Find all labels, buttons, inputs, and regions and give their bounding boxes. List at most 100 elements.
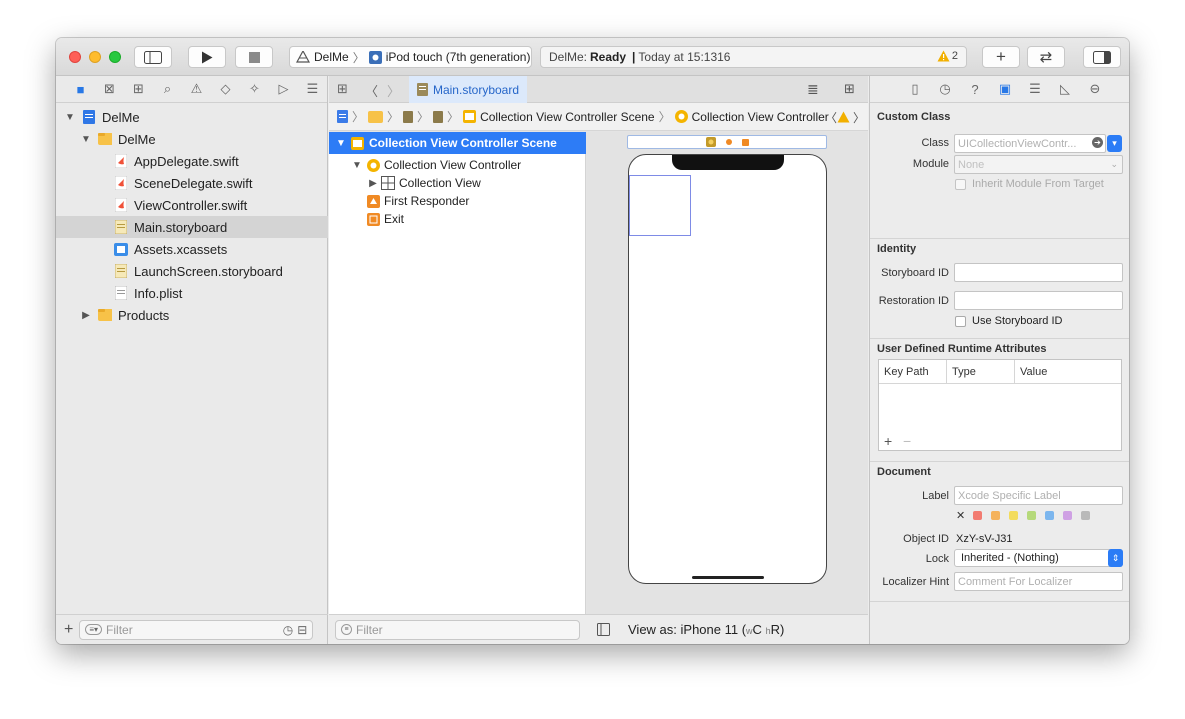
library-button[interactable]: + xyxy=(982,46,1020,68)
back-arrow-icon[interactable]: 〈 xyxy=(365,81,378,100)
jump-controller-item[interactable]: Collection View Controller xyxy=(692,110,829,124)
hierarchy-icon[interactable]: ⊞ xyxy=(124,81,153,97)
disclosure-open-icon[interactable]: ▼ xyxy=(335,138,347,149)
udra-col-type[interactable]: Type xyxy=(947,360,1015,383)
run-button[interactable] xyxy=(188,46,226,68)
localizer-hint-field[interactable]: Comment For Localizer xyxy=(954,572,1123,591)
add-attribute-icon[interactable]: + xyxy=(884,433,892,449)
zoom-window-button[interactable] xyxy=(109,51,121,63)
warning-icon[interactable] xyxy=(837,111,850,123)
close-window-button[interactable] xyxy=(69,51,81,63)
folder-icon[interactable]: ■ xyxy=(66,82,95,97)
udra-table[interactable]: Key Path Type Value + − xyxy=(878,359,1122,451)
udra-col-value[interactable]: Value xyxy=(1015,360,1121,383)
outline-first-responder-row[interactable]: First Responder xyxy=(329,192,586,210)
report-icon[interactable]: ☰ xyxy=(298,81,327,97)
disclosure-closed-icon[interactable]: ▶ xyxy=(80,310,92,321)
stop-button[interactable] xyxy=(235,46,273,68)
module-field[interactable]: None ⌄ xyxy=(954,155,1123,174)
class-field[interactable]: UICollectionViewContr... xyxy=(954,134,1106,153)
file-tree-row[interactable]: AppDelegate.swift xyxy=(56,150,328,172)
file-tree-row[interactable]: Info.plist xyxy=(56,282,328,304)
file-tree-row[interactable]: ▼ DelMe xyxy=(56,128,328,150)
source-control-filter-icon[interactable]: ⊟ xyxy=(297,623,307,637)
collection-view-cell[interactable] xyxy=(629,175,691,236)
exit-dock-icon[interactable] xyxy=(741,138,749,146)
udra-col-key-path[interactable]: Key Path xyxy=(879,360,947,383)
search-icon[interactable]: ⌕ xyxy=(153,81,182,97)
file-tree-row[interactable]: Assets.xcassets xyxy=(56,238,328,260)
chevron-left-icon[interactable]: 〈 xyxy=(825,109,837,126)
inherit-module-checkbox[interactable] xyxy=(955,179,966,190)
file-tree-row[interactable]: ▶ Products xyxy=(56,304,328,326)
file-tree-row[interactable]: ViewController.swift xyxy=(56,194,328,216)
outline-exit-row[interactable]: Exit xyxy=(329,210,586,228)
label-color-swatch[interactable] xyxy=(1045,511,1054,520)
scheme-selector[interactable]: DelMe 〉 iPod touch (7th generation) xyxy=(289,46,532,68)
add-editor-icon[interactable]: ⊞ xyxy=(844,81,855,97)
label-color-swatch[interactable] xyxy=(1081,511,1090,520)
use-storyboard-id-checkbox[interactable] xyxy=(955,316,966,327)
code-review-button[interactable]: ⇄ xyxy=(1027,46,1065,68)
navigator-filter-field[interactable]: ≡▾ Filter ◷ ⊟ xyxy=(79,619,314,640)
outline-filter-field[interactable]: ≡ Filter xyxy=(335,619,580,640)
label-color-swatch[interactable] xyxy=(973,511,982,520)
size-inspector-icon[interactable]: ◺ xyxy=(1050,81,1080,97)
jump-scene-item[interactable]: Collection View Controller Scene xyxy=(480,110,655,124)
add-file-icon[interactable]: + xyxy=(64,621,73,639)
lines-options-icon[interactable]: ≣ xyxy=(807,81,819,98)
storyboard-id-field[interactable] xyxy=(954,263,1123,282)
toggle-inspector-button[interactable] xyxy=(1083,46,1121,68)
attributes-inspector-icon[interactable]: ☰ xyxy=(1020,81,1050,97)
test-diamond-icon[interactable]: ◇ xyxy=(211,81,240,97)
outline-scene-row[interactable]: ▼ Collection View Controller Scene xyxy=(329,132,586,154)
remove-attribute-icon[interactable]: − xyxy=(903,433,911,449)
toggle-outline-icon[interactable] xyxy=(597,623,610,636)
source-control-icon[interactable]: ⊠ xyxy=(95,81,124,97)
lock-stepper-button[interactable]: ⇕ xyxy=(1108,549,1123,567)
connections-inspector-icon[interactable]: ⊖ xyxy=(1080,81,1110,97)
outline-collection-view-row[interactable]: ▶ Collection View xyxy=(329,174,586,192)
lock-popup[interactable]: Inherited - (Nothing) ⇕ xyxy=(954,549,1123,567)
identity-inspector-icon[interactable]: ▣ xyxy=(990,81,1020,97)
debug-spray-icon[interactable]: ✧ xyxy=(240,81,269,97)
disclosure-open-icon[interactable]: ▼ xyxy=(64,112,76,123)
quick-help-icon[interactable]: ? xyxy=(960,82,990,97)
first-responder-dock-icon[interactable] xyxy=(725,139,732,145)
view-as-device-button[interactable]: View as: iPhone 11 (wC hR) xyxy=(628,622,784,637)
grid-icon[interactable]: ⊞ xyxy=(337,81,348,97)
label-color-swatch[interactable] xyxy=(1009,511,1018,520)
label-color-swatch[interactable] xyxy=(1027,511,1036,520)
file-tree-row[interactable]: SceneDelegate.swift xyxy=(56,172,328,194)
warning-indicator[interactable]: 2 xyxy=(937,50,958,62)
file-tree-row[interactable]: ▼ DelMe xyxy=(56,106,328,128)
label-color-swatch[interactable] xyxy=(991,511,1000,520)
iphone-device-frame[interactable] xyxy=(628,154,827,584)
recent-files-icon[interactable]: ◷ xyxy=(283,623,293,637)
minimize-window-button[interactable] xyxy=(89,51,101,63)
go-to-class-icon[interactable]: ➔ xyxy=(1092,137,1103,148)
history-inspector-icon[interactable]: ◷ xyxy=(930,81,960,97)
disclosure-open-icon[interactable]: ▼ xyxy=(351,160,363,171)
breakpoint-icon[interactable]: ▷ xyxy=(269,81,298,97)
status-time: Today at 15:1316 xyxy=(638,50,731,64)
file-inspector-icon[interactable]: ▯ xyxy=(900,81,930,97)
toggle-navigator-button[interactable] xyxy=(134,46,172,68)
file-tree-row[interactable]: Main.storyboard xyxy=(56,216,328,238)
class-dropdown-button[interactable]: ▾ xyxy=(1107,135,1122,152)
document-label-field[interactable]: Xcode Specific Label xyxy=(954,486,1123,505)
restoration-id-field[interactable] xyxy=(954,291,1123,310)
clear-label-color-icon[interactable]: ✕ xyxy=(956,509,965,522)
chevron-right-icon[interactable]: 〉 xyxy=(853,109,865,126)
controller-dock-icon[interactable] xyxy=(705,137,716,147)
scene-dock[interactable] xyxy=(627,135,827,149)
storyboard-canvas[interactable] xyxy=(587,132,868,614)
forward-arrow-icon[interactable]: 〉 xyxy=(387,81,400,100)
issue-warning-icon[interactable]: ⚠ xyxy=(182,81,211,97)
label-color-swatch[interactable] xyxy=(1063,511,1072,520)
tab-main-storyboard[interactable]: Main.storyboard xyxy=(409,76,527,103)
file-tree-row[interactable]: LaunchScreen.storyboard xyxy=(56,260,328,282)
disclosure-closed-icon[interactable]: ▶ xyxy=(367,178,379,189)
disclosure-open-icon[interactable]: ▼ xyxy=(80,134,92,145)
outline-controller-row[interactable]: ▼ Collection View Controller xyxy=(329,156,586,174)
